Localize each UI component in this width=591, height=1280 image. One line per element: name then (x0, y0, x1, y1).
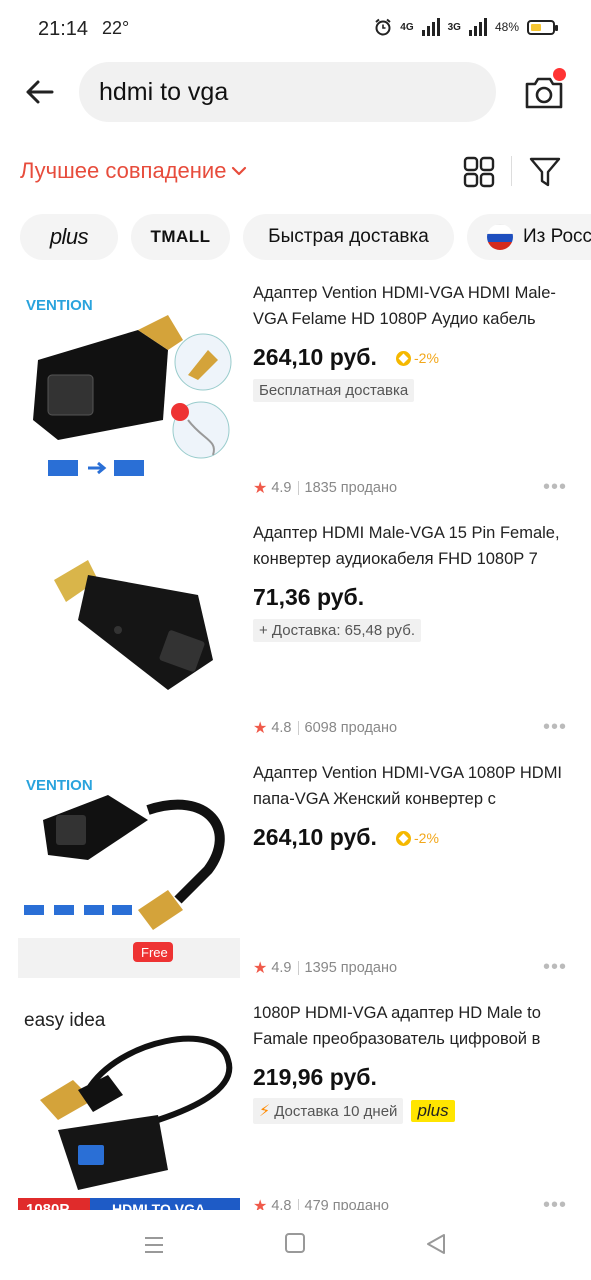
chip-plus[interactable]: plus (20, 214, 118, 260)
star-icon: ★ (253, 720, 268, 737)
image-badge: Free (141, 945, 168, 960)
product-price: 219,96 руб. (253, 1064, 377, 1090)
delivery-tag: ⚡ Доставка 10 дней (253, 1098, 404, 1124)
delivery-label: Доставка 10 дней (274, 1102, 398, 1120)
coin-discount: -2% (396, 350, 439, 366)
sold-count: 1395 продано (304, 960, 398, 976)
divider (297, 1199, 299, 1210)
notification-dot (553, 68, 566, 81)
product-price: 71,36 руб. (253, 584, 365, 610)
product-card[interactable]: VENTION Free Адаптер Vention HDMI-VGA 10… (0, 750, 591, 990)
star-icon: ★ (253, 480, 268, 497)
sort-dropdown[interactable]: Лучшее совпадение (20, 158, 248, 184)
sold-count: 479 продано (304, 1198, 389, 1210)
battery-icon (527, 19, 558, 35)
rating-value: 4.8 (271, 720, 292, 736)
more-options-icon[interactable]: ••• (543, 1194, 567, 1210)
coin-icon (396, 350, 411, 366)
search-input[interactable]: hdmi to vga (79, 62, 496, 122)
sort-label: Лучшее совпадение (20, 158, 227, 183)
product-card[interactable]: VENTION Адаптер Vention HDMI-VGA HDMI Ma… (0, 270, 591, 510)
alarm-icon (375, 18, 391, 36)
star-icon: ★ (253, 1198, 268, 1210)
rating-value: 4.8 (271, 1198, 292, 1210)
discount-label: -2% (414, 350, 439, 366)
product-image[interactable]: easy idea 1080P HDMI TO VGA (18, 1000, 240, 1210)
filter-icon[interactable] (528, 155, 562, 189)
product-title[interactable]: 1080P HDMI-VGA адаптер HD Male to Famale… (253, 1000, 571, 1052)
chip-tmall[interactable]: TMALL (131, 214, 230, 260)
brand-logo: VENTION (26, 777, 93, 794)
russia-flag-icon (487, 224, 513, 250)
status-icons: 4G 3G 48% (374, 18, 558, 36)
network-2-label: 3G (447, 21, 461, 33)
signal-icon (468, 18, 487, 36)
brand-logo: VENTION (26, 297, 93, 314)
sold-count: 1835 продано (304, 480, 398, 496)
product-price: 264,10 руб. (253, 344, 377, 370)
system-nav-bar (0, 1212, 591, 1280)
rating-row: ★ 4.8 6098 продано (253, 718, 397, 738)
status-time: 21:14 (38, 18, 89, 40)
image-banner-left: 1080P (26, 1201, 69, 1210)
network-1-label: 4G (400, 21, 414, 33)
more-options-icon[interactable]: ••• (543, 476, 567, 499)
plus-badge: plus (411, 1100, 455, 1122)
product-image[interactable]: VENTION (18, 280, 240, 498)
chevron-down-icon (232, 166, 247, 176)
product-title[interactable]: Адаптер Vention HDMI-VGA HDMI Male-VGA F… (253, 280, 571, 332)
menu-icon[interactable] (143, 1234, 165, 1256)
sold-count: 6098 продано (304, 720, 398, 736)
rating-value: 4.9 (271, 480, 292, 496)
search-query: hdmi to vga (99, 77, 229, 106)
rating-row: ★ 4.9 1835 продано (253, 478, 397, 498)
filter-chips: plus TMALL Быстрая доставка Из России (20, 214, 591, 260)
divider (511, 156, 512, 186)
product-image[interactable]: VENTION Free (18, 760, 240, 978)
signal-icon (421, 18, 440, 36)
home-icon[interactable] (285, 1233, 305, 1253)
chip-fast-delivery[interactable]: Быстрая доставка (243, 214, 454, 260)
coin-icon (396, 830, 411, 846)
brand-logo: easy idea (24, 1010, 106, 1031)
product-card[interactable]: easy idea 1080P HDMI TO VGA 1080P HDMI-V… (0, 990, 591, 1210)
fast-delivery-icon: ⚡ (259, 1103, 271, 1120)
product-title[interactable]: Адаптер Vention HDMI-VGA 1080P HDMI папа… (253, 760, 571, 812)
product-title[interactable]: Адаптер HDMI Male-VGA 15 Pin Female, кон… (253, 520, 571, 572)
status-temperature: 22° (102, 18, 130, 38)
product-price: 264,10 руб. (253, 824, 377, 850)
product-image[interactable] (18, 520, 240, 738)
product-list: VENTION Адаптер Vention HDMI-VGA HDMI Ma… (0, 270, 591, 1210)
back-arrow-icon[interactable] (22, 74, 58, 110)
shipping-tag: Бесплатная доставка (253, 379, 415, 402)
rating-row: ★ 4.8 479 продано (253, 1196, 389, 1210)
delivery-row: ⚡ Доставка 10 дней plus (253, 1098, 455, 1124)
battery-percent: 48% (494, 20, 519, 34)
shipping-tag: + Доставка: 65,48 руб. (253, 619, 421, 642)
divider (297, 721, 299, 735)
chip-label: Из России (523, 226, 591, 247)
chip-from-russia[interactable]: Из России (467, 214, 591, 260)
more-options-icon[interactable]: ••• (543, 956, 567, 979)
grid-view-icon[interactable] (462, 155, 496, 189)
rating-value: 4.9 (271, 960, 292, 976)
divider (297, 481, 299, 495)
rating-row: ★ 4.9 1395 продано (253, 958, 397, 978)
star-icon: ★ (253, 960, 268, 977)
coin-discount: -2% (396, 830, 439, 846)
product-card[interactable]: Адаптер HDMI Male-VGA 15 Pin Female, кон… (0, 510, 591, 750)
discount-label: -2% (414, 830, 439, 846)
divider (297, 961, 299, 975)
image-banner-right: HDMI TO VGA (112, 1201, 205, 1210)
back-triangle-icon[interactable] (424, 1232, 448, 1256)
more-options-icon[interactable]: ••• (543, 716, 567, 739)
status-bar: 21:14 22° 4G 3G 48% (0, 0, 591, 58)
